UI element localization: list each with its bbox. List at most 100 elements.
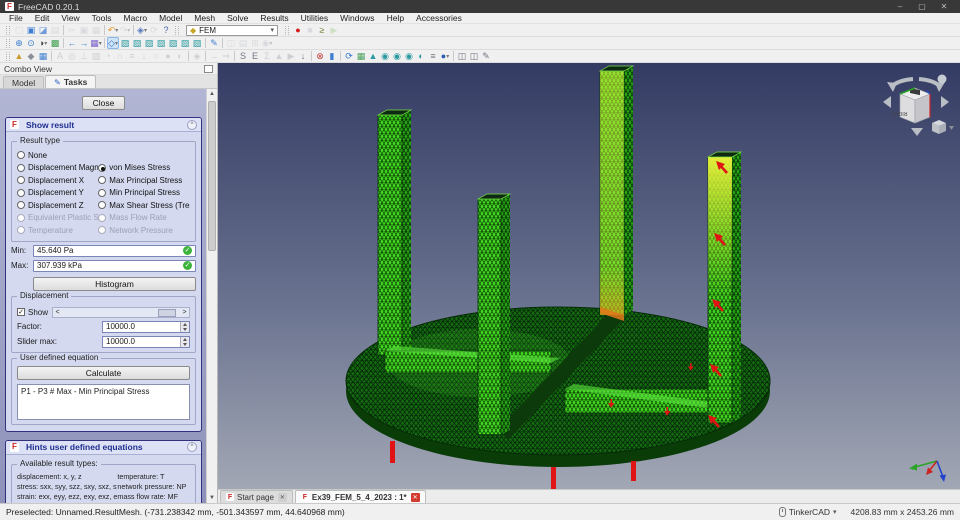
fem-results-show-button[interactable]: ▮ xyxy=(326,50,338,62)
fem-equation-electrostatic-button[interactable]: Σ xyxy=(261,50,273,62)
fem-analysis-button[interactable]: ▲ xyxy=(13,50,25,62)
close-window-button[interactable]: ✕ xyxy=(933,0,955,13)
mesh-leg-back-left[interactable] xyxy=(376,109,413,356)
show-checkbox[interactable]: ✓ xyxy=(17,308,25,316)
menu-mesh[interactable]: Mesh xyxy=(188,13,221,23)
fem-solver-job-control-button[interactable]: ▶ xyxy=(285,50,297,62)
radio-mass-flow-rate[interactable]: Mass Flow Rate xyxy=(98,212,190,225)
fem-post-linearized-stresses-button[interactable]: ≡ xyxy=(427,50,439,62)
fem-constraint-initial-temperature-button[interactable]: ◔ xyxy=(102,50,114,62)
slider-thumb[interactable] xyxy=(158,308,176,317)
maximize-button[interactable]: ▢ xyxy=(911,0,933,13)
fem-constraint-bearing-button[interactable]: ○ xyxy=(150,50,162,62)
fem-material-solid-button[interactable]: ◆ xyxy=(25,50,37,62)
radio-displacement-y[interactable]: Displacement Y xyxy=(17,187,98,200)
scene-inspector-button[interactable]: ⊞ xyxy=(249,37,261,49)
close-tab-icon[interactable]: ✕ xyxy=(410,492,420,502)
macro-stop-button[interactable]: ■ xyxy=(304,24,316,36)
fem-element-rotation-1d-button[interactable]: ⊥ xyxy=(78,50,90,62)
menu-utilities[interactable]: Utilities xyxy=(295,13,334,23)
spin-arrows-icon[interactable] xyxy=(180,321,189,332)
macro-record-button[interactable]: ● xyxy=(292,24,304,36)
scroll-up-icon[interactable]: ▲ xyxy=(209,89,215,99)
texture-mapping-button[interactable]: ▤ xyxy=(237,37,249,49)
view-front-button[interactable]: ▧ xyxy=(131,37,143,49)
calculate-button[interactable]: Calculate xyxy=(17,365,190,380)
menu-solve[interactable]: Solve xyxy=(221,13,254,23)
fem-element-geometry-1d-button[interactable]: ◎ xyxy=(66,50,78,62)
tab-model[interactable]: Model xyxy=(3,76,45,88)
cube-faces[interactable]: RIGHT xyxy=(891,87,931,124)
radio-displacement-x[interactable]: Displacement X xyxy=(17,174,98,187)
scroll-down-icon[interactable]: ▼ xyxy=(209,493,215,503)
toolbar-grip[interactable] xyxy=(6,38,10,48)
cut-button[interactable]: ✂ xyxy=(66,24,78,36)
slider-right-arrow[interactable]: > xyxy=(180,309,189,316)
close-tab-icon[interactable]: ✕ xyxy=(277,492,287,502)
panel-float-icon[interactable] xyxy=(204,64,213,73)
clipping-plane-button[interactable]: ◫ xyxy=(225,37,237,49)
radio-max-shear-stress[interactable]: Max Shear Stress (Tresca) xyxy=(98,199,190,212)
factor-spinbox[interactable]: 10000.0 xyxy=(102,320,190,333)
radio-none[interactable]: None xyxy=(17,149,98,162)
radio-max-principal-stress[interactable]: Max Principal Stress xyxy=(98,174,190,187)
fem-post-data-at-point-button[interactable]: ● xyxy=(439,50,451,62)
fem-post-clip-function-button[interactable]: ◉ xyxy=(391,50,403,62)
nav-back-button[interactable]: ← xyxy=(66,37,78,49)
fem-post-clip-scalar-button[interactable]: ◉ xyxy=(379,50,391,62)
menu-results[interactable]: Results xyxy=(254,13,294,23)
fit-all-button[interactable]: ⊕ xyxy=(13,37,25,49)
spin-arrows-icon[interactable] xyxy=(180,336,189,347)
collapse-icon[interactable]: ^ xyxy=(187,119,197,130)
nav-mini-cube-icon[interactable] xyxy=(932,120,946,134)
fem-element-geometry-2d-button[interactable]: ▨ xyxy=(90,50,102,62)
tab-start-page[interactable]: F Start page ✕ xyxy=(220,490,293,503)
view-rear-button[interactable]: ▧ xyxy=(167,37,179,49)
menu-file[interactable]: File xyxy=(3,13,29,23)
min-field[interactable]: 45.640 Pa ✓ xyxy=(33,244,196,257)
view-top-button[interactable]: ▧ xyxy=(143,37,155,49)
undo-button[interactable]: ↶ xyxy=(107,24,119,36)
whats-this-button[interactable]: ? xyxy=(160,24,172,36)
menu-view[interactable]: View xyxy=(55,13,85,23)
radio-equivalent-plastic-strain[interactable]: Equivalent Plastic Strain xyxy=(17,212,98,225)
radio-displacement-magnitude[interactable]: Displacement Magnitude xyxy=(17,162,98,175)
link-actions-button[interactable]: ◈ xyxy=(136,24,148,36)
fem-constraint-force-button[interactable]: → xyxy=(208,50,220,62)
navigation-cube[interactable]: RIGHT xyxy=(877,66,955,144)
fem-post-warp-vector-button[interactable]: ▲ xyxy=(367,50,379,62)
copy-button[interactable]: ▣ xyxy=(78,24,90,36)
collapse-icon[interactable]: ^ xyxy=(187,442,197,452)
radio-min-principal-stress[interactable]: Min Principal Stress xyxy=(98,187,190,200)
mesh-leg-right[interactable] xyxy=(706,151,743,424)
menu-help[interactable]: Help xyxy=(381,13,410,23)
view-axonometric-button[interactable]: ▧ xyxy=(119,37,131,49)
view-bottom-button[interactable]: ▧ xyxy=(179,37,191,49)
menu-model[interactable]: Model xyxy=(153,13,188,23)
fem-constraint-pulley-button[interactable]: ◐ xyxy=(174,50,186,62)
print-button[interactable]: ▤ xyxy=(49,24,61,36)
panel-scrollbar[interactable]: ▲ ▼ xyxy=(206,89,217,503)
fem-post-apply-changes-button[interactable]: ⟳ xyxy=(343,50,355,62)
linked-view-button[interactable]: ▦ xyxy=(90,37,102,49)
radio-temperature[interactable]: Temperature xyxy=(17,224,98,237)
fem-constraint-pressure-button[interactable]: ⇒ xyxy=(220,50,232,62)
menu-edit[interactable]: Edit xyxy=(29,13,56,23)
toolbar-grip[interactable] xyxy=(6,25,10,35)
fem-examples-button[interactable]: ✎ xyxy=(480,50,492,62)
displacement-slider[interactable]: < > xyxy=(52,306,190,318)
fem-clipping-plane-button[interactable]: ◫ xyxy=(456,50,468,62)
slider-left-arrow[interactable]: < xyxy=(53,309,62,316)
toolbar-grip[interactable] xyxy=(6,51,10,61)
fem-remove-clipping-button[interactable]: ◫ xyxy=(468,50,480,62)
refresh-button[interactable]: ⟳ xyxy=(148,24,160,36)
menu-windows[interactable]: Windows xyxy=(334,13,380,23)
tab-tasks[interactable]: ✎ Tasks xyxy=(45,75,97,88)
fem-constraint-fixed-button[interactable]: ◈ xyxy=(191,50,203,62)
scrollbar-thumb[interactable] xyxy=(208,101,216,251)
fem-post-contours-button[interactable]: ◐ xyxy=(415,50,427,62)
fem-results-purge-button[interactable]: ⊗ xyxy=(314,50,326,62)
tab-document[interactable]: F Ex39_FEM_5_4_2023 : 1* ✕ xyxy=(294,490,426,503)
bounding-box-button[interactable]: ◉ xyxy=(261,37,273,49)
nav-forward-button[interactable]: → xyxy=(78,37,90,49)
